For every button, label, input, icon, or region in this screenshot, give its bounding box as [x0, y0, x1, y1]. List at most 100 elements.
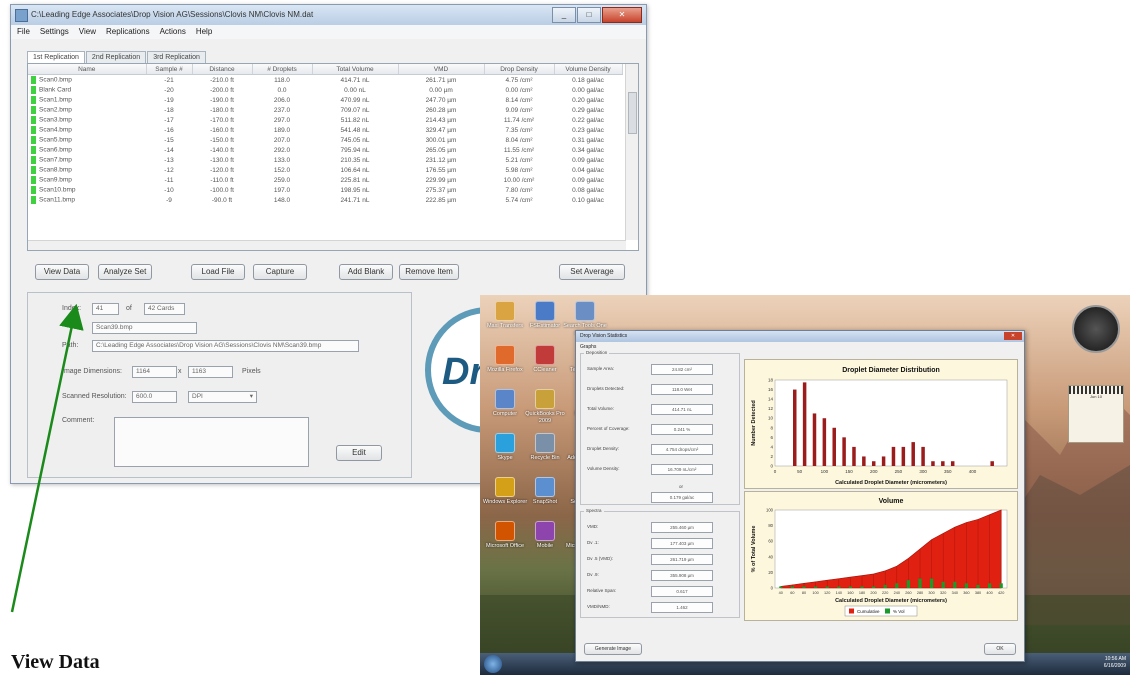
- resolution-label: Scanned Resolution:: [62, 393, 127, 400]
- minimize-button[interactable]: _: [552, 7, 576, 23]
- tab-2nd-replication[interactable]: 2nd Replication: [85, 51, 147, 63]
- status-marker: [31, 106, 36, 114]
- table-cell: 297.0: [252, 115, 312, 125]
- cell-text: 231.12 µm: [425, 156, 457, 164]
- resolution-unit-select[interactable]: DPI ▾: [188, 391, 257, 403]
- table-row[interactable]: Scan1.bmp -19 -190.0 ft 206.0 470.99 nL 247.7…: [28, 95, 622, 105]
- column-header[interactable]: Sample #: [146, 64, 193, 75]
- name-field[interactable]: Scan39.bmp: [92, 322, 197, 334]
- add-blank-button[interactable]: Add Blank: [339, 264, 393, 280]
- cell-text: 511.82 nL: [340, 116, 370, 124]
- table-row[interactable]: Scan6.bmp -14 -140.0 ft 292.0 795.94 nL 265.0…: [28, 145, 622, 155]
- table-cell: -15: [146, 135, 192, 145]
- menu-help[interactable]: Help: [196, 25, 212, 39]
- x-tick-label: 420: [998, 591, 1004, 595]
- table-row[interactable]: Scan3.bmp -17 -170.0 ft 297.0 511.82 nL 214.4…: [28, 115, 622, 125]
- start-button[interactable]: [484, 655, 502, 673]
- x-tick-label: 160: [847, 591, 853, 595]
- cell-text: 300.01 µm: [425, 136, 457, 144]
- table-cell: Scan0.bmp: [28, 75, 146, 86]
- tab-3rd-replication[interactable]: 3rd Replication: [147, 51, 206, 63]
- cell-text: 5.74 /cm²: [505, 196, 533, 204]
- menu-replications[interactable]: Replications: [106, 25, 150, 39]
- menu-view[interactable]: View: [79, 25, 96, 39]
- column-header[interactable]: Distance: [192, 64, 253, 75]
- bar: [842, 437, 846, 466]
- column-header[interactable]: # Droplets: [252, 64, 313, 75]
- x-tick-label: 240: [894, 591, 900, 595]
- tab-1st-replication[interactable]: 1st Replication: [27, 51, 85, 63]
- table-row[interactable]: Scan8.bmp -12 -120.0 ft 152.0 106.64 nL 176.5…: [28, 165, 622, 175]
- status-marker: [31, 126, 36, 134]
- table-row[interactable]: Blank Card -20 -200.0 ft 0.0 0.00 nL 0.00 µm 0…: [28, 85, 622, 95]
- status-marker: [31, 176, 36, 184]
- ok-button[interactable]: OK: [984, 643, 1016, 655]
- column-header[interactable]: Name: [28, 64, 147, 75]
- column-header[interactable]: Drop Density: [484, 64, 555, 75]
- table-row[interactable]: Scan5.bmp -15 -150.0 ft 207.0 745.05 nL 300.0…: [28, 135, 622, 145]
- table-cell: 0.09 gal/ac: [554, 175, 622, 185]
- x-tick-label: 260: [905, 591, 911, 595]
- table-row[interactable]: Scan9.bmp -11 -110.0 ft 259.0 225.81 nL 229.9…: [28, 175, 622, 185]
- remove-item-button[interactable]: Remove Item: [399, 264, 459, 280]
- generate-image-button[interactable]: Generate Image: [584, 643, 642, 655]
- table-row[interactable]: Scan11.bmp -9 -90.0 ft 148.0 241.71 nL 222.85…: [28, 195, 622, 205]
- column-header[interactable]: Total Volume: [312, 64, 399, 75]
- index-field[interactable]: 41: [92, 303, 119, 315]
- deposition-label: Deposition: [584, 350, 610, 355]
- pixels-label: Pixels: [242, 368, 261, 375]
- title-bar[interactable]: C:\Leading Edge Associates\Drop Vision A…: [11, 5, 646, 25]
- scroll-thumb[interactable]: [628, 92, 637, 134]
- vertical-scrollbar[interactable]: [625, 64, 638, 240]
- set-average-button[interactable]: Set Average: [559, 264, 625, 280]
- column-header[interactable]: Volume Density: [554, 64, 623, 75]
- table-cell: 259.0: [252, 175, 312, 185]
- status-marker: [31, 86, 36, 94]
- table-cell: 745.05 nL: [312, 135, 398, 145]
- menu-settings[interactable]: Settings: [40, 25, 69, 39]
- cell-text: 106.64 nL: [340, 166, 370, 174]
- distribution-chart-panel: Droplet Diameter Distribution Calculated …: [744, 359, 1018, 489]
- column-header[interactable]: VMD: [398, 64, 485, 75]
- path-field[interactable]: C:\Leading Edge Associates\Drop Vision A…: [92, 340, 359, 352]
- system-clock[interactable]: 10:56 AM 6/16/2009: [1104, 656, 1126, 670]
- cell-text: 8.04 /cm²: [505, 136, 533, 144]
- cell-text: 206.0: [273, 96, 291, 104]
- horizontal-scrollbar[interactable]: [28, 240, 626, 250]
- table-row[interactable]: Scan2.bmp -18 -180.0 ft 237.0 709.07 nL 260.2…: [28, 105, 622, 115]
- of-label: of: [126, 305, 132, 312]
- y-tick-label: 0: [771, 586, 774, 591]
- status-marker: [31, 196, 36, 204]
- analyze-set-button[interactable]: Analyze Set: [98, 264, 152, 280]
- table-cell: 0.31 gal/ac: [554, 135, 622, 145]
- chart-title: Droplet Diameter Distribution: [842, 367, 940, 374]
- table-cell: -21: [146, 75, 192, 86]
- close-button[interactable]: ✕: [602, 7, 642, 23]
- cards-field: 42 Cards: [144, 303, 185, 315]
- table-cell: -10: [146, 185, 192, 195]
- comment-field[interactable]: [114, 417, 309, 467]
- menu-file[interactable]: File: [17, 25, 30, 39]
- stats-close-button[interactable]: ✕: [1004, 332, 1022, 340]
- app-icon: [535, 477, 555, 497]
- resolution-field[interactable]: 600.0: [132, 391, 177, 403]
- table-row[interactable]: Scan4.bmp -16 -160.0 ft 189.0 541.48 nL 329.4…: [28, 125, 622, 135]
- maximize-button[interactable]: □: [577, 7, 601, 23]
- stat-label: Dv .1:: [587, 540, 599, 545]
- table-row[interactable]: Scan7.bmp -13 -130.0 ft 133.0 210.35 nL 231.1…: [28, 155, 622, 165]
- stats-title-bar[interactable]: Drop Vision Statistics ✕: [576, 331, 1024, 342]
- menu-actions[interactable]: Actions: [160, 25, 186, 39]
- load-file-button[interactable]: Load File: [191, 264, 245, 280]
- y-tick-label: 8: [770, 425, 773, 430]
- x-tick-label: 150: [845, 469, 853, 474]
- table-row[interactable]: Scan10.bmp -10 -100.0 ft 197.0 198.95 nL 275.…: [28, 185, 622, 195]
- vol-bar: [848, 586, 852, 588]
- capture-button[interactable]: Capture: [253, 264, 307, 280]
- view-data-button[interactable]: View Data: [35, 264, 89, 280]
- or-label: or: [679, 484, 684, 489]
- cell-text: 7.35 /cm²: [505, 126, 533, 134]
- edit-button[interactable]: Edit: [336, 445, 382, 461]
- table-cell: 214.43 µm: [398, 115, 484, 125]
- table-row[interactable]: Scan0.bmp -21 -210.0 ft 118.0 414.71 nL 261.7…: [28, 75, 622, 86]
- stat-label: Dv .9:: [587, 572, 599, 577]
